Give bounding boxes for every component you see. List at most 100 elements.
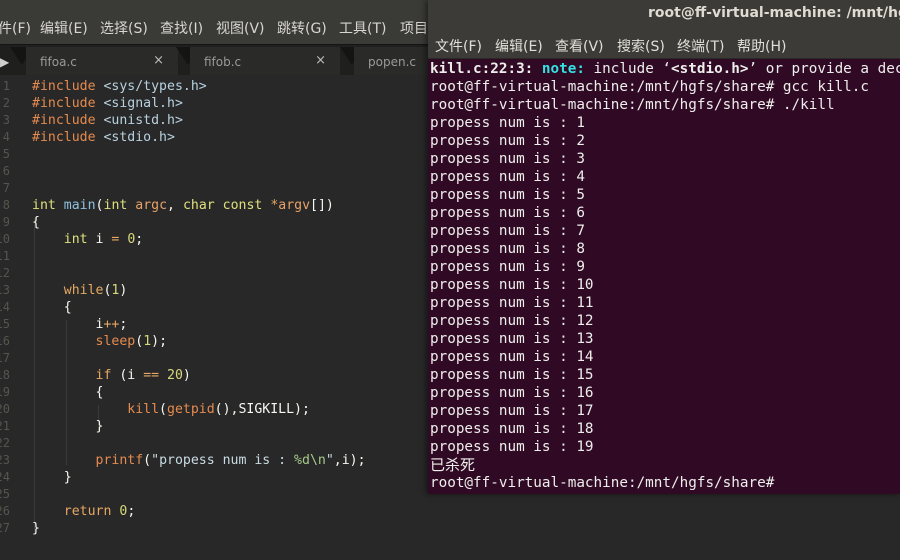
menu-file[interactable]: 件(F): [0, 18, 31, 38]
line-number: 17: [0, 351, 10, 365]
menu-view[interactable]: 视图(V): [216, 18, 265, 38]
line-number: 19: [0, 385, 10, 399]
line-number: 3: [2, 113, 10, 127]
code-line: 8 int main(int argc, char const *argv[]): [0, 198, 430, 215]
terminal-window[interactable]: root@ff-virtual-machine: /mnt/hgfs/share…: [428, 0, 900, 494]
output-line: propess num is : 11: [430, 295, 594, 311]
code-line: 4 #include <stdio.h>: [0, 130, 430, 147]
menu-select[interactable]: 选择(S): [100, 18, 148, 38]
tab-fifob[interactable]: fifob.c ×: [190, 47, 340, 75]
menu-goto[interactable]: 跳转(G): [277, 18, 327, 38]
tab-label: popen.c: [368, 55, 416, 69]
output-line: propess num is : 12: [430, 313, 594, 329]
line-number: 18: [0, 368, 10, 382]
output-line: propess num is : 5: [430, 187, 585, 203]
code-line: 13 while(1): [0, 283, 430, 300]
program-output: propess num is : 1 propess num is : 2 prop…: [430, 114, 900, 456]
menu-find[interactable]: 查找(I): [160, 18, 203, 38]
code-line: 12: [0, 266, 430, 283]
note-location: kill.c:22:3:: [430, 61, 534, 77]
line-number: 20: [0, 402, 10, 416]
term-menu-search[interactable]: 搜索(S): [617, 36, 665, 56]
code-text: }: [32, 521, 40, 536]
terminal-title: root@ff-virtual-machine: /mnt/hgfs/share: [648, 5, 900, 21]
code-text: #include <stdio.h>: [32, 130, 175, 145]
output-line: propess num is : 4: [430, 169, 585, 185]
tab-popen[interactable]: popen.c: [354, 47, 434, 75]
code-text: printf("propess num is : %d\n",i);: [95, 453, 366, 468]
code-text: #include <sys/types.h>: [32, 79, 207, 94]
code-text: {: [32, 215, 40, 230]
line-number: 16: [0, 334, 10, 348]
note-label: note:: [541, 61, 585, 77]
note-header: <stdio.h>: [671, 61, 749, 77]
code-line: 19 {: [0, 385, 430, 402]
line-number: 24: [0, 470, 10, 484]
menu-edit[interactable]: 编辑(E): [40, 18, 88, 38]
code-line: 18 if (i == 20): [0, 368, 430, 385]
output-line: propess num is : 16: [430, 385, 594, 401]
note-text: include ‘: [584, 61, 672, 77]
output-line: propess num is : 19: [430, 439, 594, 455]
output-line: propess num is : 10: [430, 277, 594, 293]
line-number: 27: [0, 521, 10, 535]
line-number: 1: [2, 79, 10, 93]
output-line: propess num is : 17: [430, 403, 594, 419]
term-menu-edit[interactable]: 编辑(E): [495, 36, 543, 56]
code-text: int main(int argc, char const *argv[]): [32, 198, 334, 213]
term-menu-help[interactable]: 帮助(H): [737, 36, 786, 56]
code-text: while(1): [63, 283, 128, 298]
code-text: #include <unistd.h>: [32, 113, 183, 128]
term-menu-terminal[interactable]: 终端(T): [677, 36, 724, 56]
line-number: 9: [2, 215, 10, 229]
close-icon[interactable]: ×: [315, 53, 326, 68]
output-line: propess num is : 8: [430, 241, 585, 257]
code-line: 2 #include <signal.h>: [0, 96, 430, 113]
code-text: }: [32, 470, 72, 485]
terminal-output[interactable]: kill.c:22:3: note: include ‘<stdio.h>’ o…: [430, 60, 900, 492]
code-line: 10 int i = 0;: [0, 232, 430, 249]
note-text-tail: ’ or provide a declaration of ‘printf’: [748, 61, 900, 77]
terminal-menubar: 文件(F) 编辑(E) 查看(V) 搜索(S) 终端(T) 帮助(H): [428, 28, 900, 59]
output-line: propess num is : 15: [430, 367, 594, 383]
code-text: }: [32, 419, 104, 434]
code-text: #include <signal.h>: [32, 96, 183, 111]
line-number: 22: [0, 436, 10, 450]
code-line: 7: [0, 181, 430, 198]
line-number: 10: [0, 232, 10, 246]
line-number: 2: [2, 96, 10, 110]
code-line: 20 kill(getpid(),SIGKILL);: [0, 402, 430, 419]
command-line: root@ff-virtual-machine:/mnt/hgfs/share#…: [430, 97, 835, 113]
code-text: if (i == 20): [95, 368, 191, 383]
menu-tools[interactable]: 工具(T): [339, 18, 386, 38]
line-number: 15: [0, 317, 10, 331]
line-number: 23: [0, 453, 10, 467]
shell-prompt: root@ff-virtual-machine:/mnt/hgfs/share#: [430, 475, 775, 491]
code-line: 24 }: [0, 470, 430, 487]
tab-label: fifob.c: [204, 55, 242, 69]
line-number: 4: [2, 130, 10, 144]
line-number: 8: [2, 198, 10, 212]
code-text: return 0;: [63, 504, 136, 519]
output-line: propess num is : 2: [430, 133, 585, 149]
terminal-titlebar[interactable]: root@ff-virtual-machine: /mnt/hgfs/share: [428, 0, 900, 28]
code-text: kill(getpid(),SIGKILL);: [127, 402, 310, 417]
compiler-note-line: kill.c:22:3: note: include ‘<stdio.h>’ o…: [430, 60, 900, 78]
line-number: 5: [2, 147, 10, 161]
tab-scroll-arrow-icon[interactable]: ▶: [0, 55, 9, 69]
code-line: 21 }: [0, 419, 430, 436]
code-line: 3 #include <unistd.h>: [0, 113, 430, 130]
term-menu-file[interactable]: 文件(F): [435, 36, 482, 56]
close-icon[interactable]: ×: [153, 53, 164, 68]
code-line: 22: [0, 436, 430, 453]
term-menu-view[interactable]: 查看(V): [555, 36, 604, 56]
line-number: 12: [0, 266, 10, 280]
code-text: sleep(1);: [95, 334, 168, 349]
code-editor[interactable]: 1 #include <sys/types.h> 2 #include <signal…: [0, 75, 430, 560]
code-text: int i = 0;: [63, 232, 144, 247]
line-number: 26: [0, 504, 10, 518]
tab-fifoa[interactable]: fifoa.c ×: [26, 47, 178, 75]
code-line: 23 printf("propess num is : %d\n",i);: [0, 453, 430, 470]
menu-project[interactable]: 项目: [400, 18, 428, 38]
line-number: 14: [0, 300, 10, 314]
